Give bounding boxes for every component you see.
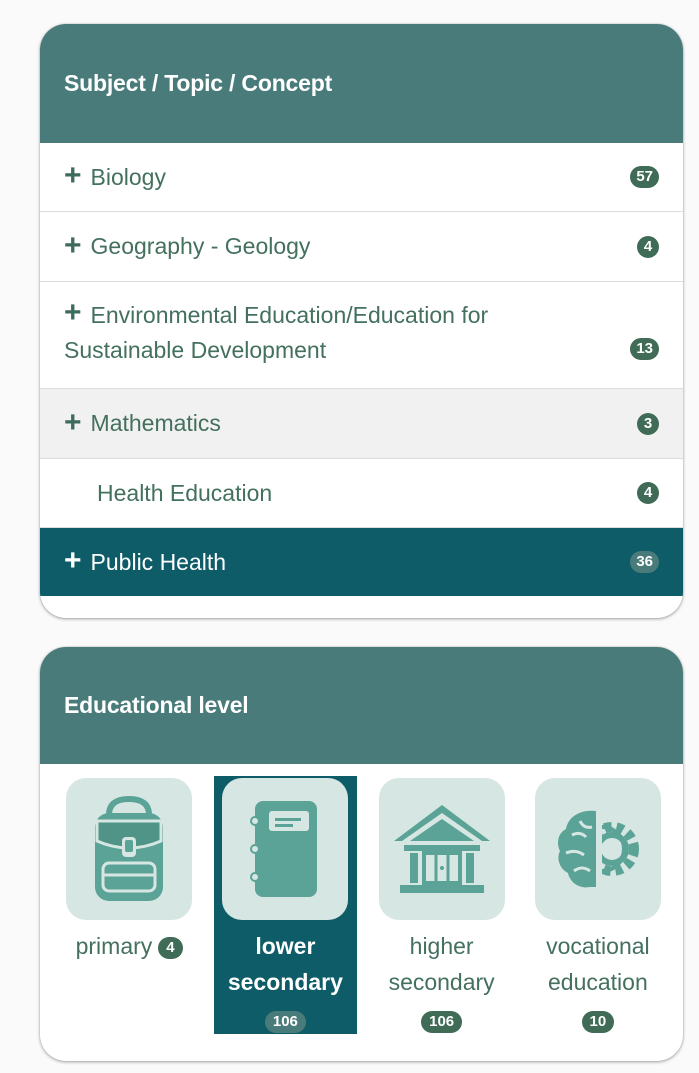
- university-building-icon: [393, 805, 490, 893]
- subject-item-environmental-education[interactable]: + Environmental Education/Education for S…: [40, 282, 683, 389]
- level-icon-tile[interactable]: [222, 778, 349, 920]
- expand-plus-icon[interactable]: +: [64, 161, 82, 191]
- level-label: vocational education 10: [527, 928, 669, 1036]
- level-label-line2: secondary: [388, 969, 495, 995]
- level-label-line2: education: [548, 969, 648, 995]
- subject-item-label: Biology: [90, 163, 166, 190]
- count-badge: 4: [637, 235, 659, 258]
- subject-item-health-education[interactable]: Health Education 4: [40, 459, 683, 528]
- level-options: primary 4 lower secondary 106 higher sec…: [40, 764, 683, 1034]
- level-panel-title: Educational level: [40, 647, 683, 764]
- notebook-icon: [250, 801, 318, 897]
- subject-panel-title: Subject / Topic / Concept: [40, 24, 683, 143]
- expand-plus-icon[interactable]: +: [64, 230, 82, 261]
- count-badge: 4: [158, 937, 183, 959]
- level-label: higher secondary 106: [371, 928, 513, 1036]
- level-icon-tile[interactable]: [66, 778, 193, 920]
- subject-item-label: Public Health: [90, 548, 227, 575]
- level-option-vocational-education[interactable]: vocational education 10: [527, 776, 669, 1034]
- educational-level-panel: Educational level primary 4 lower second…: [40, 647, 683, 1061]
- level-label: lower secondary 106: [214, 928, 356, 1036]
- count-badge: 57: [630, 166, 659, 188]
- level-option-higher-secondary[interactable]: higher secondary 106: [371, 776, 513, 1034]
- subject-item-geography-geology[interactable]: + Geography - Geology 4: [40, 212, 683, 282]
- expand-plus-icon[interactable]: +: [64, 298, 82, 328]
- count-badge: 3: [637, 412, 659, 435]
- subject-item-label-line1: + Environmental Education/Education for: [64, 298, 623, 333]
- subject-filter-panel: Subject / Topic / Concept + Biology 57 +…: [40, 24, 683, 618]
- level-label: primary 4: [58, 928, 200, 964]
- count-badge: 13: [630, 338, 659, 360]
- subject-list: + Biology 57 + Geography - Geology 4 + En…: [40, 143, 683, 596]
- expand-plus-icon[interactable]: +: [64, 546, 82, 576]
- count-badge: 106: [421, 1011, 463, 1033]
- subject-item-biology[interactable]: + Biology 57: [40, 143, 683, 212]
- subject-item-label: Mathematics: [90, 410, 221, 436]
- count-badge: 106: [264, 1011, 306, 1033]
- count-badge: 36: [630, 551, 659, 573]
- subject-item-label: Environmental Education/Education for: [90, 302, 489, 328]
- subject-item-label: Geography - Geology: [90, 233, 311, 259]
- level-icon-tile[interactable]: [378, 778, 505, 920]
- level-label-line2: secondary: [227, 969, 343, 995]
- count-badge: 4: [637, 482, 659, 504]
- subject-item-public-health[interactable]: + Public Health 36: [40, 528, 683, 596]
- backpack-icon: [95, 795, 164, 901]
- level-label-text: primary: [75, 933, 153, 959]
- level-label-line1: lower: [255, 933, 316, 959]
- level-icon-tile[interactable]: [534, 778, 661, 920]
- level-option-primary[interactable]: primary 4: [58, 776, 200, 1034]
- subject-item-mathematics[interactable]: + Mathematics 3: [40, 389, 683, 459]
- subject-item-label-line2: Sustainable Development: [64, 337, 327, 363]
- level-label-line1: vocational: [546, 933, 650, 959]
- level-option-lower-secondary[interactable]: lower secondary 106: [214, 776, 357, 1036]
- subject-item-label: Health Education: [97, 479, 273, 506]
- expand-plus-icon[interactable]: +: [64, 407, 82, 438]
- count-badge: 10: [581, 1011, 615, 1033]
- brain-gear-icon: [557, 810, 639, 888]
- level-label-line1: higher: [409, 933, 474, 959]
